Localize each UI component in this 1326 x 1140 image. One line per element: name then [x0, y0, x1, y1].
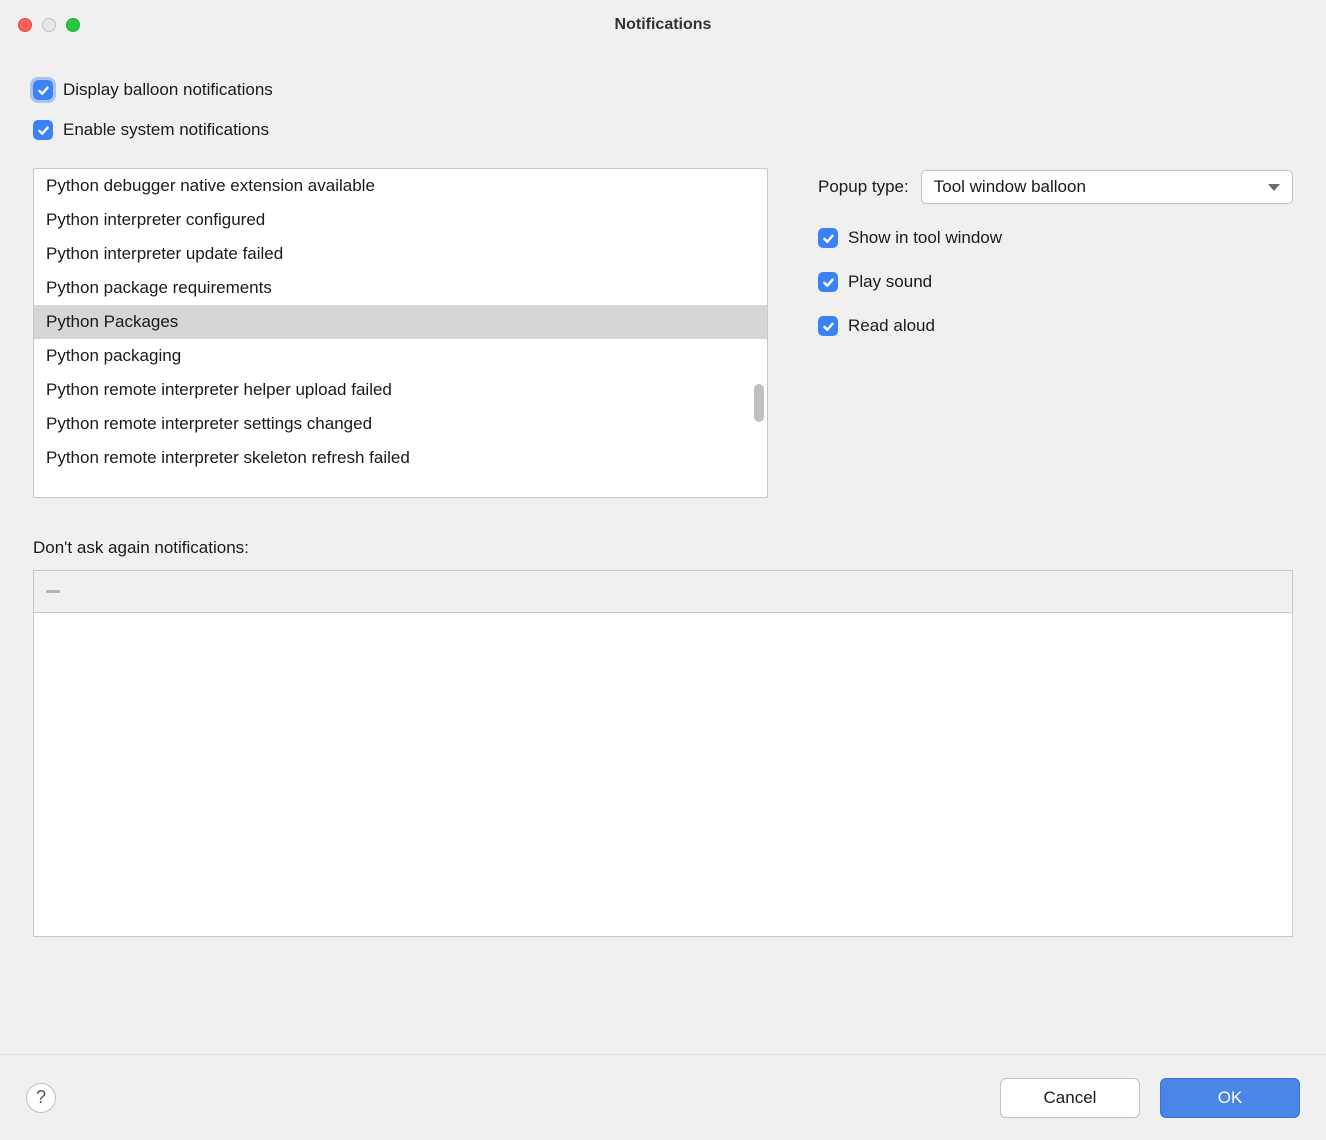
per-type-options: Popup type: Tool window balloon Show in … [818, 168, 1293, 498]
list-item[interactable]: Python interpreter configured [34, 203, 767, 237]
popup-type-value: Tool window balloon [934, 177, 1086, 197]
read-aloud-checkbox[interactable] [818, 316, 838, 336]
display-balloon-row[interactable]: Display balloon notifications [33, 80, 1293, 100]
popup-type-row: Popup type: Tool window balloon [818, 170, 1293, 204]
list-item[interactable]: Python debugger native extension availab… [34, 169, 767, 203]
read-aloud-row[interactable]: Read aloud [818, 316, 1293, 336]
remove-button[interactable] [44, 583, 62, 601]
list-item[interactable]: Python Packages [34, 305, 767, 339]
help-button[interactable]: ? [26, 1083, 56, 1113]
ok-label: OK [1218, 1088, 1243, 1108]
scrollbar-thumb[interactable] [754, 384, 764, 422]
display-balloon-label: Display balloon notifications [63, 80, 273, 100]
show-tool-window-checkbox[interactable] [818, 228, 838, 248]
enable-system-row[interactable]: Enable system notifications [33, 120, 1293, 140]
footer: ? Cancel OK [0, 1054, 1326, 1140]
enable-system-label: Enable system notifications [63, 120, 269, 140]
maximize-window-button[interactable] [66, 18, 80, 32]
show-tool-window-label: Show in tool window [848, 228, 1002, 248]
content: Display balloon notifications Enable sys… [0, 50, 1326, 1054]
cancel-label: Cancel [1044, 1088, 1097, 1108]
ok-button[interactable]: OK [1160, 1078, 1300, 1118]
popup-type-label: Popup type: [818, 177, 909, 197]
footer-buttons: Cancel OK [1000, 1078, 1300, 1118]
list-item[interactable]: Python remote interpreter helper upload … [34, 373, 767, 407]
list-item[interactable]: Python packaging [34, 339, 767, 373]
cancel-button[interactable]: Cancel [1000, 1078, 1140, 1118]
minimize-window-button[interactable] [42, 18, 56, 32]
mid-row: Python debugger native extension availab… [33, 168, 1293, 498]
notification-types-list[interactable]: Python debugger native extension availab… [33, 168, 768, 498]
help-icon: ? [36, 1087, 46, 1108]
list-scroll[interactable]: Python debugger native extension availab… [34, 169, 767, 497]
list-item[interactable]: Python remote interpreter settings chang… [34, 407, 767, 441]
enable-system-checkbox[interactable] [33, 120, 53, 140]
popup-type-select[interactable]: Tool window balloon [921, 170, 1293, 204]
titlebar: Notifications [0, 0, 1326, 50]
global-checkboxes: Display balloon notifications Enable sys… [33, 80, 1293, 140]
window-controls [18, 18, 80, 32]
read-aloud-label: Read aloud [848, 316, 935, 336]
display-balloon-checkbox[interactable] [33, 80, 53, 100]
list-item[interactable]: Python package requirements [34, 271, 767, 305]
list-item[interactable]: Python remote interpreter skeleton refre… [34, 441, 767, 475]
dont-ask-toolbar [33, 570, 1293, 612]
close-window-button[interactable] [18, 18, 32, 32]
window-title: Notifications [0, 16, 1326, 34]
dont-ask-list[interactable] [33, 612, 1293, 937]
settings-window: Notifications Display balloon notificati… [0, 0, 1326, 1140]
play-sound-row[interactable]: Play sound [818, 272, 1293, 292]
show-tool-window-row[interactable]: Show in tool window [818, 228, 1293, 248]
dont-ask-label: Don't ask again notifications: [33, 538, 1293, 558]
minus-icon [46, 590, 60, 593]
chevron-down-icon [1268, 184, 1280, 191]
play-sound-checkbox[interactable] [818, 272, 838, 292]
play-sound-label: Play sound [848, 272, 932, 292]
list-item[interactable]: Python interpreter update failed [34, 237, 767, 271]
